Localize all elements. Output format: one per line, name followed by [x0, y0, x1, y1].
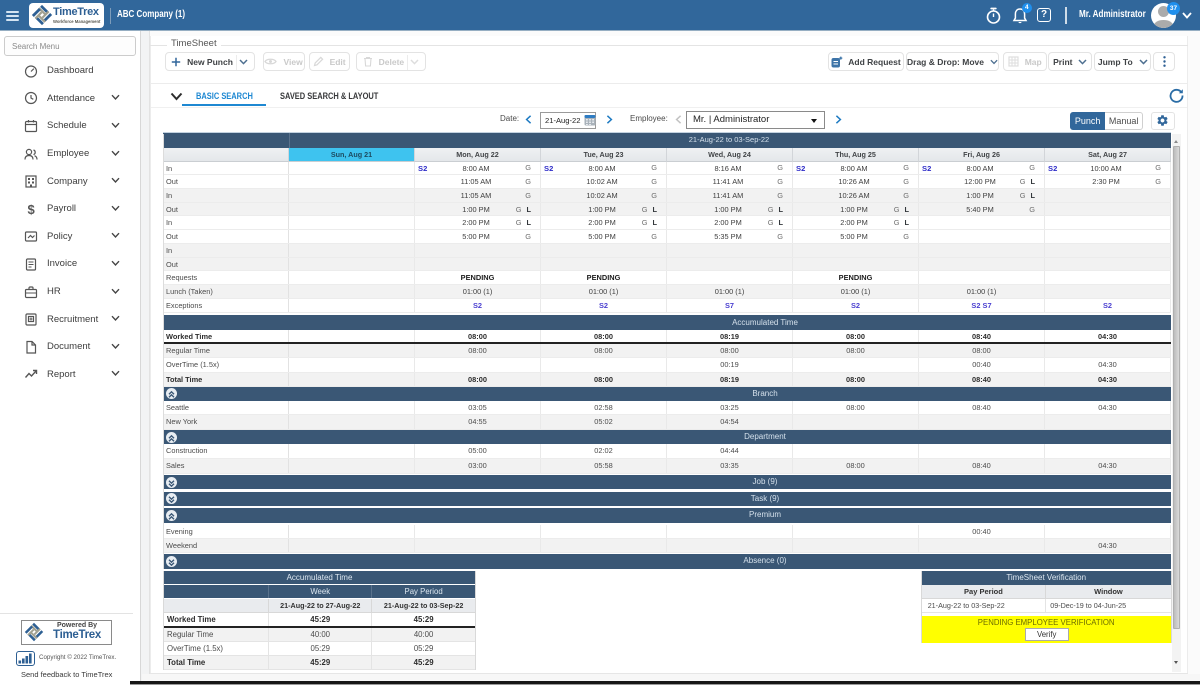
svg-text:$: $	[28, 202, 36, 216]
